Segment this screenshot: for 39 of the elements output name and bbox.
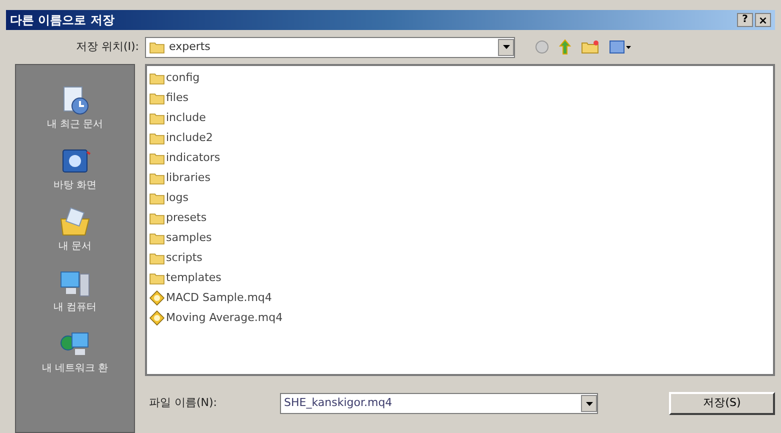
- folder-icon: [149, 172, 165, 184]
- file-item[interactable]: Moving Average.mq4: [149, 308, 773, 328]
- file-item[interactable]: templates: [149, 268, 773, 288]
- folder-icon: [149, 152, 165, 164]
- folder-icon: [149, 212, 165, 224]
- folder-icon: [149, 92, 165, 104]
- file-item[interactable]: presets: [149, 208, 773, 228]
- file-item[interactable]: include2: [149, 128, 773, 148]
- diamond-file-icon: [149, 290, 165, 306]
- file-item[interactable]: libraries: [149, 168, 773, 188]
- file-item[interactable]: files: [149, 88, 773, 108]
- folder-icon: [149, 192, 165, 204]
- file-item[interactable]: scripts: [149, 248, 773, 268]
- new-folder-icon[interactable]: [581, 40, 599, 54]
- save-button[interactable]: 저장(S): [669, 392, 775, 415]
- file-item[interactable]: MACD Sample.mq4: [149, 288, 773, 308]
- folder-icon: [149, 72, 165, 84]
- folder-icon: [149, 272, 165, 284]
- help-button[interactable]: ?: [737, 13, 753, 27]
- location-value: experts: [169, 38, 212, 55]
- diamond-file-icon: [149, 310, 165, 326]
- file-item[interactable]: indicators: [149, 148, 773, 168]
- close-button[interactable]: ×: [755, 13, 771, 27]
- window-title: 다른 이름으로 저장: [10, 12, 114, 29]
- folder-icon: [149, 40, 165, 54]
- file-item[interactable]: logs: [149, 188, 773, 208]
- file-name-label: 파일 이름(N):: [148, 395, 218, 412]
- file-item[interactable]: include: [149, 108, 773, 128]
- file-name-field[interactable]: SHE_kanskigor.mq4: [280, 393, 598, 414]
- folder-icon: [149, 132, 165, 144]
- file-item[interactable]: samples: [149, 228, 773, 248]
- file-item[interactable]: config: [149, 68, 773, 88]
- folder-icon: [149, 252, 165, 264]
- file-name-value: SHE_kanskigor.mq4: [284, 395, 394, 412]
- folder-icon: [149, 232, 165, 244]
- folder-icon: [149, 112, 165, 124]
- save-location-label: 저장 위치(I):: [74, 38, 140, 55]
- save-location-dropdown[interactable]: experts: [145, 36, 515, 58]
- view-menu-icon[interactable]: [609, 40, 631, 54]
